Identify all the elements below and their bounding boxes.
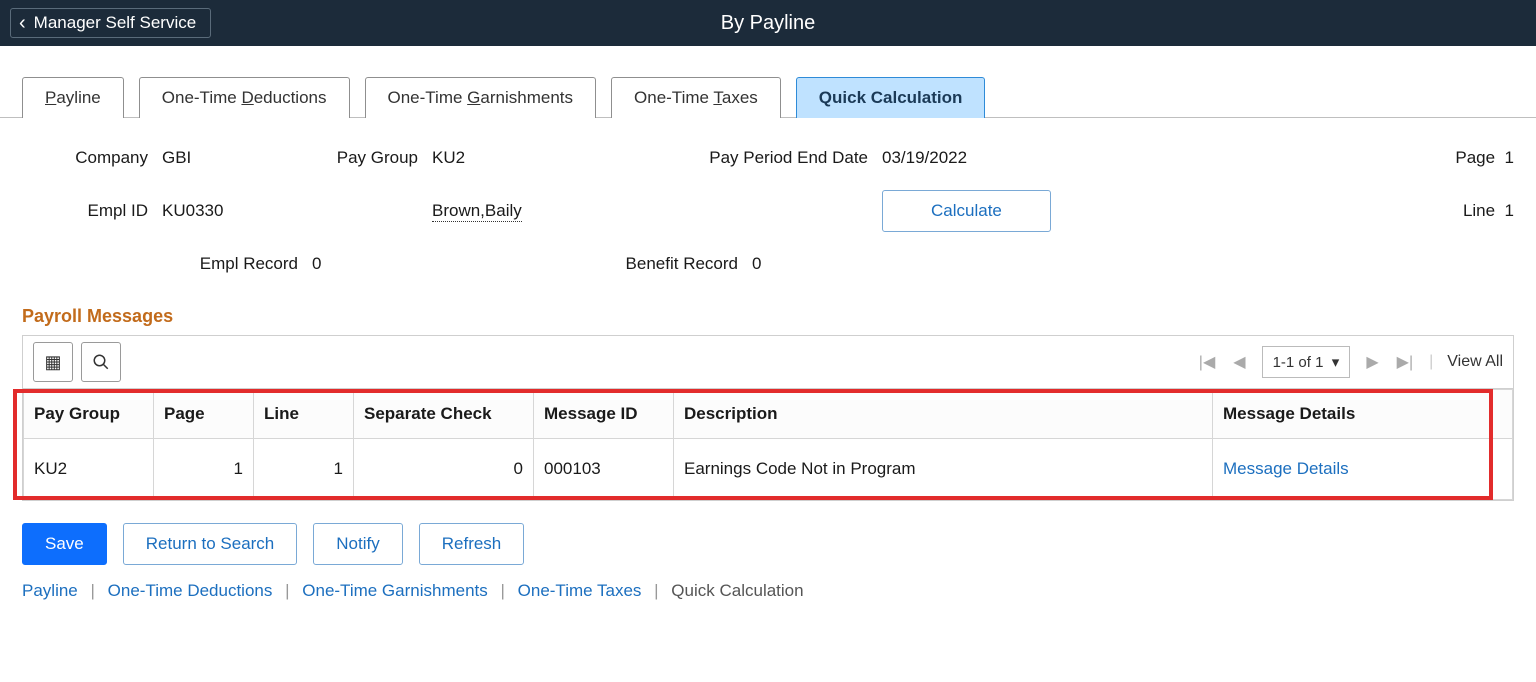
view-all-link[interactable]: View All: [1447, 353, 1503, 371]
messages-table: Pay Group Page Line Separate Check Messa…: [23, 389, 1513, 500]
tab-taxes[interactable]: One-Time Taxes: [611, 77, 781, 118]
benrec-label: Benefit Record: [592, 254, 752, 274]
payperiod-value: 03/19/2022: [882, 148, 1042, 168]
save-button[interactable]: Save: [22, 523, 107, 565]
col-line[interactable]: Line: [254, 390, 354, 439]
col-msgid[interactable]: Message ID: [534, 390, 674, 439]
employee-name-link[interactable]: Brown,Baily: [432, 201, 522, 222]
grid-settings-button[interactable]: ▦: [33, 342, 73, 382]
payroll-messages-grid: ▦ |◀ ◀ 1-1 of 1 ▾ ▶ ▶| | View All Pay Gr…: [22, 335, 1514, 501]
link-payline[interactable]: Payline: [22, 581, 78, 600]
col-page[interactable]: Page: [154, 390, 254, 439]
back-button-label: Manager Self Service: [34, 13, 197, 33]
link-garnishments[interactable]: One-Time Garnishments: [302, 581, 487, 600]
message-details-link[interactable]: Message Details: [1223, 459, 1349, 478]
toolbar-divider: |: [1429, 353, 1433, 371]
grid-icon: ▦: [44, 352, 61, 373]
last-page-icon[interactable]: ▶|: [1395, 348, 1415, 376]
cell-page: 1: [154, 439, 254, 500]
table-header-row: Pay Group Page Line Separate Check Messa…: [24, 390, 1513, 439]
col-details[interactable]: Message Details: [1213, 390, 1513, 439]
footer-buttons: Save Return to Search Notify Refresh: [22, 501, 1514, 575]
tab-quick-calculation[interactable]: Quick Calculation: [796, 77, 986, 118]
grid-toolbar: ▦ |◀ ◀ 1-1 of 1 ▾ ▶ ▶| | View All: [23, 336, 1513, 389]
paygroup-value: KU2: [432, 148, 662, 168]
content-area: Company GBI Pay Group KU2 Pay Period End…: [0, 118, 1536, 641]
col-paygroup[interactable]: Pay Group: [24, 390, 154, 439]
emplid-value: KU0330: [162, 201, 312, 221]
search-icon: [92, 353, 110, 371]
tab-garnishments[interactable]: One-Time Garnishments: [365, 77, 597, 118]
page-range-select[interactable]: 1-1 of 1 ▾: [1262, 346, 1351, 378]
page-indicator: Page 1: [1455, 148, 1514, 168]
refresh-button[interactable]: Refresh: [419, 523, 525, 565]
back-button[interactable]: ‹ Manager Self Service: [10, 8, 211, 38]
grid-search-button[interactable]: [81, 342, 121, 382]
calculate-button[interactable]: Calculate: [882, 190, 1051, 232]
first-page-icon[interactable]: |◀: [1197, 348, 1217, 376]
tab-payline[interactable]: Payline: [22, 77, 124, 118]
company-value: GBI: [162, 148, 312, 168]
notify-button[interactable]: Notify: [313, 523, 402, 565]
emplrec-label: Empl Record: [162, 254, 312, 274]
paygroup-label: Pay Group: [312, 148, 432, 168]
emplid-label: Empl ID: [22, 201, 162, 221]
page-title: By Payline: [721, 12, 816, 35]
link-quickcalc-current: Quick Calculation: [671, 581, 803, 600]
tab-deductions[interactable]: One-Time Deductions: [139, 77, 350, 118]
company-label: Company: [22, 148, 162, 168]
payperiod-label: Pay Period End Date: [662, 148, 882, 168]
cell-sepchk: 0: [354, 439, 534, 500]
bottom-link-trail: Payline | One-Time Deductions | One-Time…: [22, 575, 1514, 621]
line-indicator: Line 1: [1463, 201, 1514, 221]
next-page-icon[interactable]: ▶: [1364, 348, 1380, 376]
cell-line: 1: [254, 439, 354, 500]
cell-paygroup: KU2: [24, 439, 154, 500]
payroll-messages-title: Payroll Messages: [22, 306, 1514, 327]
cell-msgid: 000103: [534, 439, 674, 500]
return-to-search-button[interactable]: Return to Search: [123, 523, 298, 565]
tab-strip: Payline One-Time Deductions One-Time Gar…: [0, 46, 1536, 118]
top-header: ‹ Manager Self Service By Payline: [0, 0, 1536, 46]
cell-descr: Earnings Code Not in Program: [674, 439, 1213, 500]
link-taxes[interactable]: One-Time Taxes: [518, 581, 642, 600]
col-descr[interactable]: Description: [674, 390, 1213, 439]
link-deductions[interactable]: One-Time Deductions: [108, 581, 273, 600]
table-row: KU2 1 1 0 000103 Earnings Code Not in Pr…: [24, 439, 1513, 500]
col-sepchk[interactable]: Separate Check: [354, 390, 534, 439]
benrec-value: 0: [752, 254, 761, 274]
chevron-left-icon: ‹: [19, 13, 26, 33]
prev-page-icon[interactable]: ◀: [1231, 348, 1247, 376]
emplrec-value: 0: [312, 254, 432, 274]
